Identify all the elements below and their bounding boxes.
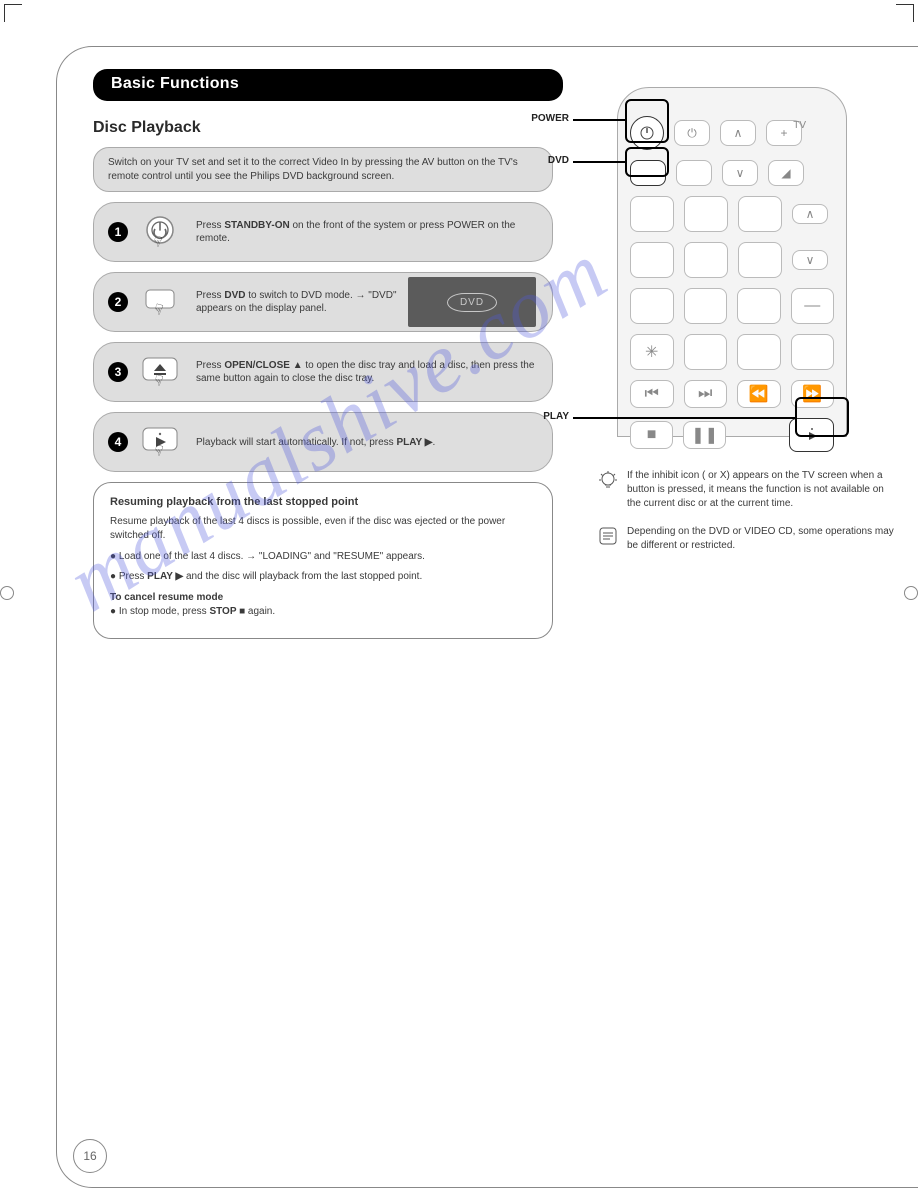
lightbulb-icon [597,469,619,491]
power-lead-label: POWER [517,113,569,124]
steps-column: Switch on your TV set and set it to the … [93,147,553,639]
resume-p2: ● Load one of the last 4 discs. → "LOADI… [110,550,536,565]
remote-generic-button [630,288,674,324]
remote-generic-button [737,288,781,324]
remote-generic-button [684,242,728,278]
lead-line [573,417,795,419]
remote-next-button: ⏭ [684,380,728,408]
step-text: Press OPEN/CLOSE ▲ to open the disc tray… [196,359,538,385]
step-number: 4 [108,432,128,452]
resume-title: Resuming playback from the last stopped … [110,495,536,511]
remote-prev-button: ⏮ [630,380,674,408]
remote-ch-down-button: ∨ [722,160,758,186]
resume-p3: ● Press PLAY ▶ and the disc will playbac… [110,570,536,585]
tip-text: If the inhibit icon ( or X) appears on t… [627,469,897,511]
dvd-label: DVD [447,293,497,312]
remote-pause-button: ❚❚ [683,421,726,449]
remote-generic-button [684,334,728,370]
notebook-icon [597,525,619,547]
crop-mark-ml [0,586,14,600]
play-lead-label: PLAY [535,411,569,422]
tip-2: Depending on the DVD or VIDEO CD, some o… [597,525,897,553]
remote-generic-button [684,288,728,324]
tip-1: If the inhibit icon ( or X) appears on t… [597,469,897,511]
remote-generic-button [738,242,782,278]
remote-generic-button [738,196,782,232]
power-highlight [625,99,669,143]
remote-generic-button [630,242,674,278]
eject-button-icon: ☟ [140,354,184,390]
remote-generic-button [676,160,712,186]
dvd-lead-label: DVD [535,155,569,166]
lead-line [573,119,625,121]
remote-generic-button [630,196,674,232]
remote-generic-button [737,334,781,370]
page-title: Basic Functions [93,69,563,101]
step-number: 2 [108,292,128,312]
tv-section-label: TV [793,120,806,131]
tips-column: If the inhibit icon ( or X) appears on t… [597,469,897,567]
remote-generic-button [791,334,835,370]
step-2: 2 ☟ Press DVD to switch to DVD mode. → "… [93,272,553,332]
step-text: Playback will start automatically. If no… [196,436,538,449]
remote-generic-button [684,196,728,232]
remote-ch-up-button: ∧ [720,120,756,146]
remote-generic-button: — [791,288,835,324]
page-frame: Basic Functions Disc Playback Switch on … [56,46,918,1188]
step-3: 3 ☟ Press OPEN/CLOSE ▲ to open the disc … [93,342,553,402]
dvd-button-icon: ☟ [140,284,184,320]
remote-generic-button: ∧ [792,204,828,224]
tip-text: Depending on the DVD or VIDEO CD, some o… [627,525,897,553]
remote-rewind-button: ⏪ [737,380,781,408]
remote-tv-power-button: ⏻ [674,120,710,146]
intro-text: Switch on your TV set and set it to the … [93,147,553,192]
resume-box: Resuming playback from the last stopped … [93,482,553,639]
step-4: 4 ☟ Playback will start automatically. I… [93,412,553,472]
play-button-icon: ☟ [140,424,184,460]
display-panel-preview: DVD [408,277,536,327]
crop-mark-tr [896,4,914,22]
remote-generic-button: ∨ [792,250,828,270]
play-highlight [795,397,849,437]
power-icon: ☟ [140,214,184,250]
step-number: 1 [108,222,128,242]
page-number: 16 [73,1139,107,1173]
remote-vol-down-button: ◢ [768,160,804,186]
lead-line [573,161,625,163]
step-1: 1 ☟ Press STANDBY-ON on the front of the… [93,202,553,262]
resume-p1: Resume playback of the last 4 discs is p… [110,515,536,544]
dvd-highlight [625,147,669,177]
step-text: Press STANDBY-ON on the front of the sys… [196,219,538,245]
cancel-title: To cancel resume mode [110,592,223,603]
remote-generic-button: ✳ [630,334,674,370]
crop-mark-tl [4,4,22,22]
cancel-text: ● In stop mode, press STOP ■ again. [110,605,536,620]
step-number: 3 [108,362,128,382]
remote-stop-button: ■ [630,421,673,449]
